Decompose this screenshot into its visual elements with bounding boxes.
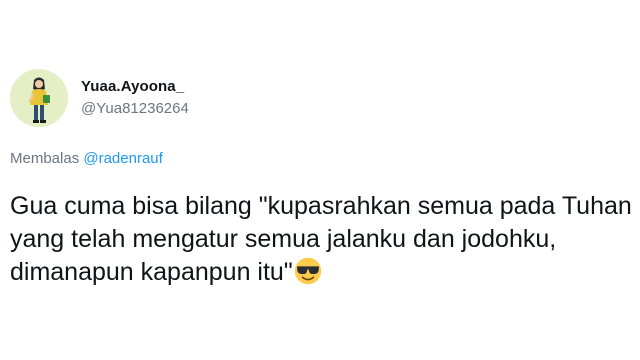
- tweet-text: Gua cuma bisa bilang "kupasrahkan semua …: [10, 190, 640, 289]
- smiling-face-with-sunglasses-icon: [294, 257, 321, 285]
- reply-prefix: Membalas: [10, 150, 84, 167]
- tweet-text-line: dimanapun kapanpun itu": [10, 256, 640, 289]
- user-handle[interactable]: @Yua81236264: [81, 100, 189, 117]
- display-name[interactable]: Yuaa.Ayoona_: [81, 78, 184, 95]
- avatar-illustration-icon: [10, 69, 68, 127]
- tweet-text-line: Gua cuma bisa bilang "kupasrahkan semua …: [10, 192, 632, 220]
- reply-mention-link[interactable]: @radenrauf: [83, 150, 162, 167]
- reply-context: Membalas @radenrauf: [10, 150, 163, 167]
- avatar[interactable]: [10, 69, 68, 127]
- tweet-text-line-content: dimanapun kapanpun itu": [10, 258, 293, 286]
- tweet-text-line: yang telah mengatur semua jalanku dan jo…: [10, 225, 557, 253]
- tweet-card: Yuaa.Ayoona_ @Yua81236264 Membalas @rade…: [0, 0, 640, 360]
